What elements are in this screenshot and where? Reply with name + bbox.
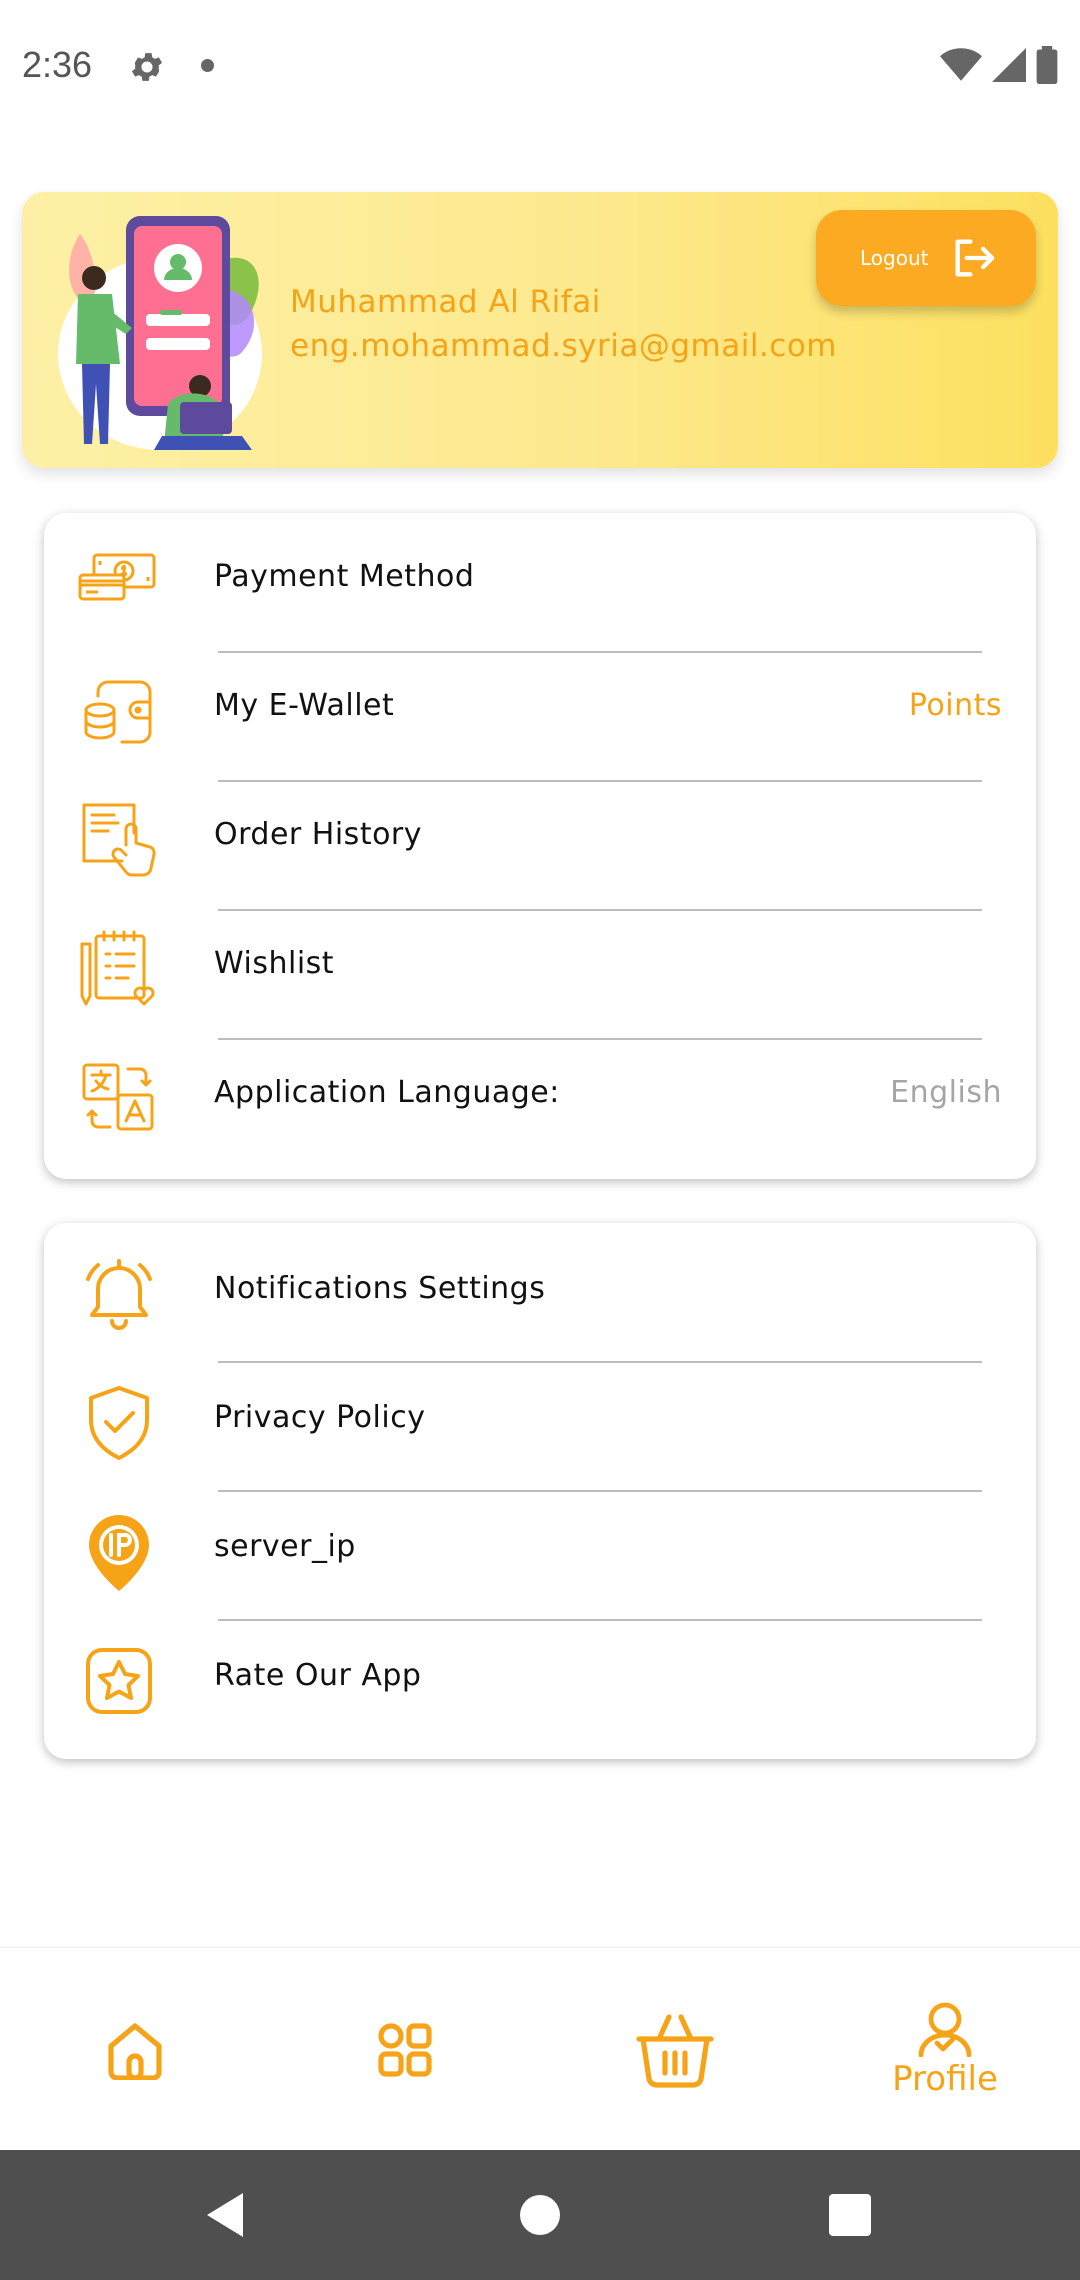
language-value: English [890, 1075, 1002, 1110]
menu-item-server-ip[interactable]: server_ip [44, 1483, 1036, 1612]
nav-cart[interactable] [575, 1948, 775, 2151]
user-name: Muhammad Al Rifai [290, 284, 601, 320]
status-time: 2:36 [22, 44, 93, 85]
menu-item-payment-method[interactable]: Payment Method [44, 513, 1036, 642]
system-back-button[interactable] [160, 2150, 290, 2280]
shield-check-icon [89, 1386, 149, 1460]
bottom-navigation: Profile [0, 1947, 1080, 2150]
profile-banner: Muhammad Al Rifai eng.mohammad.syria@gma… [22, 192, 1058, 468]
user-email: eng.mohammad.syria@gmail.com [290, 328, 837, 364]
menu-item-label: Order History [214, 817, 423, 852]
menu-item-notifications-settings[interactable]: Notifications Settings [44, 1225, 1036, 1354]
nav-categories[interactable] [305, 1948, 505, 2151]
star-icon [86, 1648, 152, 1714]
settings-gear-icon [131, 53, 163, 81]
back-triangle-icon [207, 2193, 243, 2237]
wifi-icon [940, 48, 982, 81]
translate-icon [82, 1063, 154, 1131]
menu-item-label: Payment Method [214, 559, 475, 594]
settings-menu-card: Notifications Settings Privacy Policy se… [44, 1223, 1036, 1759]
logout-button[interactable]: Logout [816, 210, 1036, 306]
nav-profile-label: Profile [892, 2058, 998, 2099]
profile-illustration-icon [58, 216, 262, 450]
status-bar: 2:36 [0, 0, 1080, 132]
menu-item-label: Notifications Settings [214, 1271, 546, 1306]
nav-home[interactable] [35, 1948, 235, 2151]
order-history-icon [82, 803, 156, 877]
wishlist-icon [80, 930, 155, 1006]
ip-pin-icon [89, 1515, 149, 1591]
categories-grid-icon [378, 2022, 432, 2077]
system-recents-button[interactable] [785, 2150, 915, 2280]
menu-item-privacy-policy[interactable]: Privacy Policy [44, 1354, 1036, 1483]
menu-item-rate-our-app[interactable]: Rate Our App [44, 1612, 1036, 1741]
basket-icon [636, 2013, 714, 2088]
recents-square-icon [829, 2194, 871, 2236]
battery-icon [1036, 46, 1058, 84]
home-icon [108, 2022, 162, 2080]
menu-item-label: Privacy Policy [214, 1400, 426, 1435]
menu-item-label: Rate Our App [214, 1658, 422, 1693]
menu-item-label: My E-Wallet [214, 688, 395, 723]
profile-icon [918, 2002, 972, 2057]
system-home-button[interactable] [475, 2150, 605, 2280]
system-navigation-bar [0, 2150, 1080, 2280]
menu-item-application-language[interactable]: Application Language: English [44, 1029, 1036, 1158]
menu-item-label: Application Language: [214, 1075, 560, 1110]
status-icons [940, 46, 1058, 84]
menu-item-wishlist[interactable]: Wishlist [44, 900, 1036, 1029]
menu-item-e-wallet[interactable]: My E-Wallet Points [44, 642, 1036, 771]
account-menu-card: Payment Method My E-Wallet Points Order … [44, 513, 1036, 1179]
nav-profile[interactable]: Profile [845, 1948, 1045, 2151]
menu-item-label: server_ip [214, 1529, 356, 1564]
home-circle-icon [520, 2195, 560, 2235]
bell-icon [86, 1259, 152, 1330]
wallet-points-link[interactable]: Points [909, 688, 1002, 723]
logout-label: Logout [860, 246, 929, 270]
money-cards-icon [78, 553, 156, 601]
notification-dot-icon [201, 59, 214, 72]
wallet-coins-icon [84, 680, 152, 744]
menu-item-label: Wishlist [214, 946, 335, 981]
logout-icon [955, 239, 995, 277]
menu-item-order-history[interactable]: Order History [44, 771, 1036, 900]
cell-signal-icon [992, 48, 1026, 82]
